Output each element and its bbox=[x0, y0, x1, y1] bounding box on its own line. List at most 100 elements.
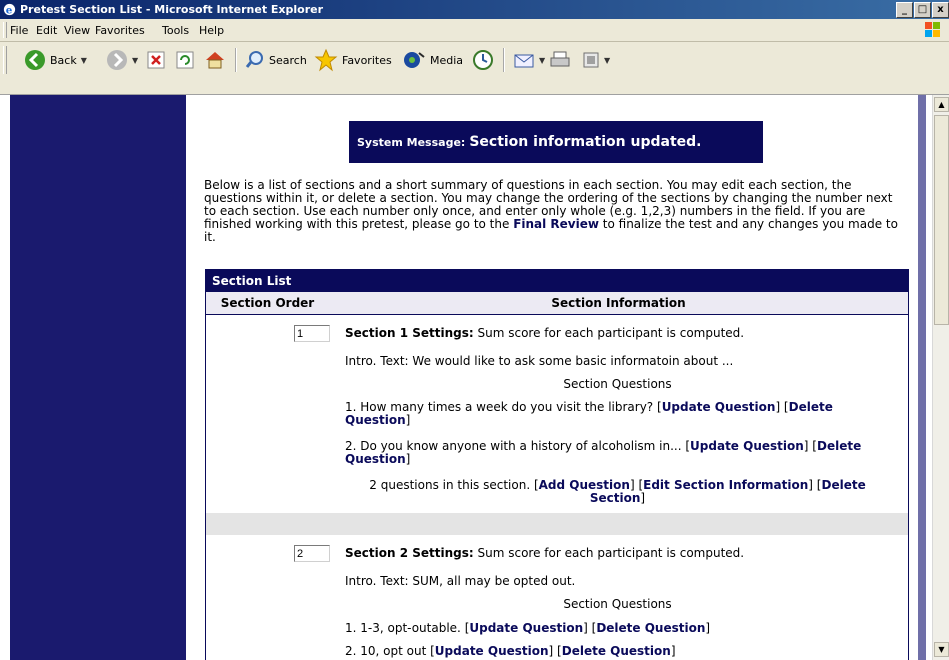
edit-dropdown-icon[interactable]: ▼ bbox=[604, 56, 610, 65]
question-text: 2. Do you know anyone with a history of … bbox=[345, 439, 686, 453]
forward-arrow-icon bbox=[107, 50, 127, 70]
col-section-order: Section Order bbox=[220, 296, 315, 310]
table-title: Section List bbox=[206, 270, 908, 292]
print-button[interactable] bbox=[549, 46, 571, 74]
question-text: 1. 1-3, opt-outable. bbox=[345, 621, 465, 635]
system-message-box: System Message: Section information upda… bbox=[349, 121, 763, 163]
windows-logo-icon bbox=[925, 22, 940, 37]
ie-logo-icon: e bbox=[3, 3, 16, 16]
window-title: Pretest Section List - Microsoft Interne… bbox=[20, 3, 324, 16]
toolbar-separator bbox=[503, 48, 505, 72]
system-message-text: Section information updated. bbox=[469, 134, 702, 150]
scroll-thumb[interactable] bbox=[934, 115, 949, 325]
menu-view[interactable]: View bbox=[64, 24, 90, 37]
section-intro-text-1: Intro. Text: We would like to ask some b… bbox=[345, 354, 734, 368]
section-settings-label: Section 1 Settings: bbox=[345, 326, 474, 340]
left-navy-band bbox=[10, 95, 186, 660]
section-questions-header-1: Section Questions bbox=[563, 377, 672, 391]
back-button[interactable]: Back ▼ bbox=[24, 46, 87, 74]
favorites-label: Favorites bbox=[342, 53, 392, 67]
question-item: 2. 10, opt out [Update Question] [Delete… bbox=[345, 644, 676, 658]
stop-button[interactable] bbox=[147, 46, 165, 74]
section-intro-text-2: Intro. Text: SUM, all may be opted out. bbox=[345, 574, 576, 588]
scroll-up-arrow-icon[interactable]: ▲ bbox=[934, 97, 949, 112]
toolbar-separator bbox=[235, 48, 237, 72]
media-button[interactable]: Media bbox=[402, 46, 463, 74]
close-button[interactable]: x bbox=[932, 2, 949, 18]
menu-edit[interactable]: Edit bbox=[36, 24, 57, 37]
section-list-table: Section List Section Order Section Infor… bbox=[205, 269, 909, 660]
search-label: Search bbox=[269, 53, 307, 67]
vertical-scrollbar[interactable]: ▲ ▼ bbox=[932, 95, 949, 660]
menu-bar: File Edit View Favorites Tools Help bbox=[0, 19, 949, 42]
search-icon bbox=[245, 51, 263, 68]
home-button[interactable] bbox=[204, 46, 226, 74]
media-label: Media bbox=[430, 53, 464, 67]
refresh-icon bbox=[176, 51, 194, 69]
section-settings-text: Sum score for each participant is comput… bbox=[473, 326, 745, 340]
menu-favorites[interactable]: Favorites bbox=[95, 24, 145, 37]
section-order-input-2[interactable] bbox=[294, 545, 330, 562]
section-settings-1: Section 1 Settings: Sum score for each p… bbox=[345, 327, 890, 340]
final-review-link[interactable]: Final Review bbox=[513, 217, 599, 231]
menu-file[interactable]: File bbox=[10, 24, 28, 37]
question-item: 1. 1-3, opt-outable. [Update Question] [… bbox=[345, 621, 711, 635]
favorites-button[interactable]: Favorites bbox=[314, 46, 392, 74]
section-row-2: Section 2 Settings: Sum score for each p… bbox=[206, 535, 908, 660]
back-dropdown-icon[interactable]: ▼ bbox=[81, 56, 87, 65]
title-bar: e Pretest Section List - Microsoft Inter… bbox=[0, 0, 949, 19]
menu-tools[interactable]: Tools bbox=[162, 24, 189, 37]
search-button[interactable]: Search bbox=[245, 46, 307, 74]
favorites-star-icon bbox=[314, 48, 338, 72]
update-question-link[interactable]: Update Question bbox=[662, 400, 776, 414]
delete-question-link[interactable]: Delete Question bbox=[596, 621, 705, 635]
question-text: 2. 10, opt out bbox=[345, 644, 431, 658]
history-icon bbox=[473, 50, 493, 70]
section-summary-1: 2 questions in this section. [Add Questi… bbox=[369, 478, 866, 505]
question-item: 2. Do you know anyone with a history of … bbox=[345, 439, 862, 466]
section-questions-header-2: Section Questions bbox=[563, 597, 672, 611]
col-section-information: Section Information bbox=[551, 296, 686, 310]
section-divider bbox=[206, 513, 908, 535]
home-icon bbox=[206, 52, 224, 69]
main-content: System Message: Section information upda… bbox=[186, 95, 918, 660]
page-viewport: System Message: Section information upda… bbox=[0, 95, 932, 660]
forward-button[interactable]: ▼ bbox=[106, 46, 138, 74]
mail-button[interactable]: ▼ bbox=[513, 46, 545, 74]
delete-question-link[interactable]: Delete Question bbox=[562, 644, 671, 658]
history-button[interactable] bbox=[472, 46, 494, 74]
section-row-1: Section 1 Settings: Sum score for each p… bbox=[206, 315, 908, 513]
mail-dropdown-icon[interactable]: ▼ bbox=[539, 56, 545, 65]
intro-paragraph: Below is a list of sections and a short … bbox=[204, 179, 908, 244]
edit-page-button[interactable]: ▼ bbox=[582, 46, 610, 74]
edit-page-icon bbox=[583, 52, 599, 68]
maximize-button[interactable]: □ bbox=[914, 2, 931, 18]
mail-icon bbox=[514, 54, 534, 68]
toolbar: Back ▼ ▼ Search Favorites Media ▼ ▼ bbox=[0, 42, 949, 95]
update-question-link[interactable]: Update Question bbox=[690, 439, 804, 453]
toolbar-grip bbox=[3, 46, 7, 74]
section-summary-text: 2 questions in this section. bbox=[369, 478, 534, 492]
table-header: Section Order Section Information bbox=[206, 292, 908, 315]
back-arrow-icon bbox=[25, 50, 45, 70]
section-order-input-1[interactable] bbox=[294, 325, 330, 342]
stop-icon bbox=[147, 51, 165, 69]
scroll-down-arrow-icon[interactable]: ▼ bbox=[934, 642, 949, 657]
forward-dropdown-icon[interactable]: ▼ bbox=[132, 56, 138, 65]
back-label: Back bbox=[50, 53, 77, 67]
add-question-link[interactable]: Add Question bbox=[539, 478, 630, 492]
edit-section-information-link[interactable]: Edit Section Information bbox=[643, 478, 808, 492]
update-question-link[interactable]: Update Question bbox=[435, 644, 549, 658]
update-question-link[interactable]: Update Question bbox=[469, 621, 583, 635]
section-settings-label: Section 2 Settings: bbox=[345, 546, 474, 560]
refresh-button[interactable] bbox=[176, 46, 194, 74]
menu-help[interactable]: Help bbox=[199, 24, 224, 37]
media-icon bbox=[404, 52, 425, 68]
section-settings-text: Sum score for each participant is comput… bbox=[473, 546, 745, 560]
minimize-button[interactable]: _ bbox=[896, 2, 913, 18]
svg-text:e: e bbox=[6, 4, 13, 16]
print-icon bbox=[550, 51, 570, 67]
system-message-prefix: System Message: bbox=[357, 135, 466, 149]
menu-grip bbox=[3, 22, 7, 38]
question-text: 1. How many times a week do you visit th… bbox=[345, 400, 657, 414]
